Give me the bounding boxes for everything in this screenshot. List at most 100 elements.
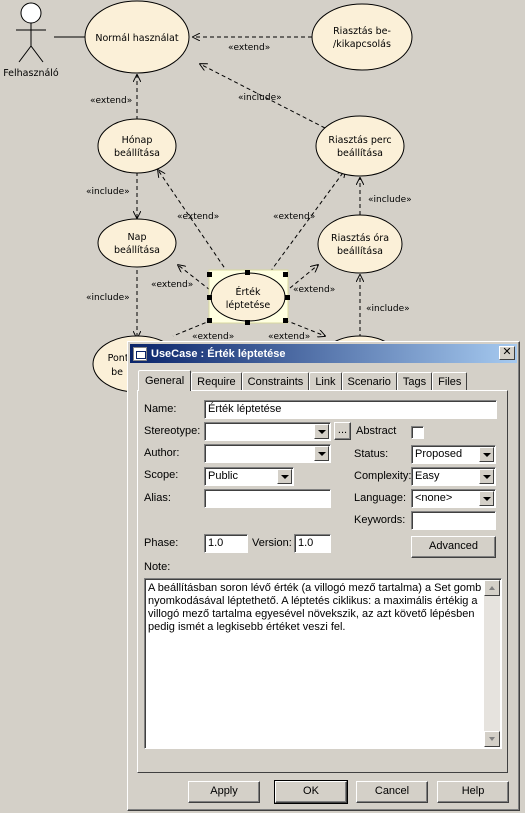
usecase-label: Riasztás perc	[328, 135, 391, 146]
note-label: Note:	[144, 561, 171, 573]
usecase-day[interactable]: Nap beállítása	[97, 218, 177, 268]
scroll-down-icon[interactable]	[484, 731, 500, 747]
usecase-label: Riasztás be-	[333, 26, 391, 37]
usecase-label: beállítása	[337, 246, 383, 257]
tab-general[interactable]: General	[138, 370, 192, 391]
name-label: Name:	[144, 403, 177, 415]
complexity-label: Complexity:	[354, 470, 412, 482]
actor-label: Felhasználó	[3, 68, 59, 79]
chevron-down-icon[interactable]	[314, 424, 329, 439]
tab-label: Files	[438, 375, 462, 388]
tab-strip: General Require Constraints Link Scenari…	[138, 370, 468, 391]
extend-label: «extend»	[177, 212, 219, 222]
usecase-normal[interactable]: Normál használat	[84, 0, 190, 74]
apply-button[interactable]: Apply	[188, 781, 260, 803]
stereotype-select[interactable]	[204, 422, 331, 441]
tab-label: Link	[315, 375, 336, 388]
usecase-alarm-minute[interactable]: Riasztás perc beállítása	[315, 115, 405, 177]
tab-link[interactable]: Link	[309, 372, 342, 390]
note-text: A beállításban soron lévő érték (a villo…	[148, 582, 482, 633]
author-label: Author:	[144, 447, 180, 459]
note-scrollbar[interactable]	[484, 580, 500, 747]
usecase-label: be	[111, 367, 123, 378]
usecase-step-selected[interactable]: Érték léptetése	[207, 269, 290, 325]
scope-value: Public	[208, 470, 238, 482]
dialog-titlebar[interactable]: UseCase : Érték léptetése ✕	[130, 344, 517, 363]
chevron-down-icon[interactable]	[479, 491, 494, 506]
tab-label: Constraints	[247, 375, 304, 388]
status-select[interactable]: Proposed	[411, 445, 496, 464]
usecase-alarm-onoff[interactable]: Riasztás be- /kikapcsolás	[311, 3, 413, 71]
complexity-value: Easy	[415, 470, 440, 482]
tab-label: Require	[197, 375, 236, 388]
note-textarea[interactable]: A beállításban soron lévő érték (a villo…	[144, 578, 502, 749]
usecase-label: beállítása	[114, 148, 160, 159]
status-value: Proposed	[415, 448, 463, 460]
close-icon[interactable]: ✕	[499, 346, 515, 360]
include-label: «include»	[238, 93, 282, 103]
chevron-down-icon[interactable]	[479, 469, 494, 484]
usecase-label: /kikapcsolás	[333, 39, 391, 50]
help-button[interactable]: Help	[437, 781, 509, 803]
language-select[interactable]: <none>	[411, 489, 496, 508]
extend-label: «extend»	[151, 280, 193, 290]
tab-files[interactable]: Files	[432, 372, 468, 390]
window-icon	[133, 346, 147, 361]
include-label: «include»	[86, 293, 130, 303]
usecase-alarm-hour[interactable]: Riasztás óra beállítása	[317, 214, 403, 274]
usecase-label: léptetése	[226, 300, 271, 311]
abstract-label: Abstract	[356, 425, 397, 437]
usecase-label: beállítása	[114, 245, 160, 256]
tab-require[interactable]: Require	[191, 372, 242, 390]
keywords-field[interactable]	[411, 511, 496, 530]
alias-field[interactable]	[204, 489, 331, 508]
name-field[interactable]: Érték léptetése	[204, 400, 497, 419]
version-label: Version:	[252, 537, 292, 549]
chevron-down-icon[interactable]	[314, 446, 329, 461]
usecase-properties-dialog: UseCase : Érték léptetése ✕ General Requ…	[127, 341, 520, 811]
usecase-label: Normál használat	[95, 33, 178, 44]
version-field[interactable]: 1.0	[294, 534, 331, 553]
tab-label: General	[145, 375, 185, 387]
author-select[interactable]	[204, 444, 331, 463]
scope-label: Scope:	[144, 469, 179, 481]
abstract-checkbox[interactable]	[411, 426, 424, 439]
extend-label: «extend»	[293, 285, 335, 295]
extend-label: «extend»	[90, 96, 132, 106]
tab-constraints[interactable]: Constraints	[241, 372, 310, 390]
stereotype-label: Stereotype:	[144, 425, 201, 437]
alias-label: Alias:	[144, 492, 171, 504]
chevron-down-icon[interactable]	[479, 447, 494, 462]
dialog-title: UseCase : Érték léptetése	[151, 347, 286, 360]
usecase-label: Riasztás óra	[331, 233, 389, 244]
usecase-label: Érték	[236, 286, 261, 298]
tab-label: Tags	[402, 375, 427, 388]
status-label: Status:	[354, 448, 389, 460]
tab-tags[interactable]: Tags	[396, 372, 433, 390]
include-label: «include»	[86, 187, 130, 197]
tab-label: Scenario	[347, 375, 391, 388]
cancel-button[interactable]: Cancel	[356, 781, 428, 803]
actor-felhasznalo[interactable]: Felhasználó	[3, 2, 59, 79]
phase-label: Phase:	[144, 537, 179, 549]
keywords-label: Keywords:	[354, 514, 406, 526]
complexity-select[interactable]: Easy	[411, 467, 496, 486]
include-label: «include»	[366, 304, 410, 314]
language-value: <none>	[415, 492, 453, 504]
usecase-month[interactable]: Hónap beállítása	[97, 118, 177, 174]
tab-scenario[interactable]: Scenario	[341, 372, 397, 390]
language-label: Language:	[354, 492, 406, 504]
ok-button[interactable]: OK	[274, 780, 348, 804]
extend-label: «extend»	[273, 212, 315, 222]
advanced-button[interactable]: Advanced	[411, 536, 496, 558]
scope-select[interactable]: Public	[204, 467, 294, 486]
phase-field[interactable]: 1.0	[204, 534, 248, 553]
usecase-label: Hónap	[122, 135, 153, 146]
usecase-label: Nap	[128, 232, 147, 243]
extend-label: «extend»	[228, 43, 270, 53]
scroll-up-icon[interactable]	[484, 580, 500, 596]
include-label: «include»	[368, 195, 412, 205]
stereotype-browse-button[interactable]: ...	[334, 422, 351, 440]
usecase-label: beállítása	[337, 148, 383, 159]
chevron-down-icon[interactable]	[277, 469, 292, 484]
